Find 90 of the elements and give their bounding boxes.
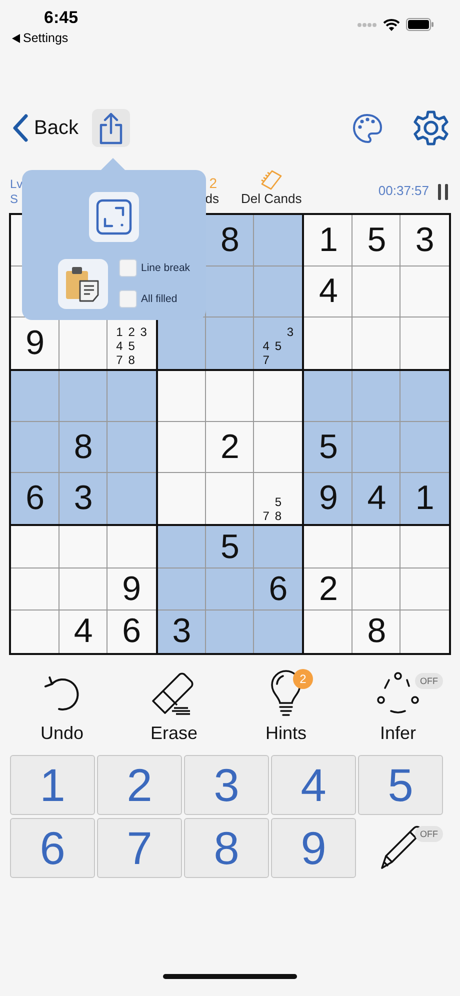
settings-icon: [412, 109, 450, 147]
clipboard-icon: [65, 265, 101, 303]
circular-dots-icon: [375, 670, 421, 716]
sudoku-cell[interactable]: 1: [400, 473, 449, 524]
back-triangle-icon: [12, 34, 20, 42]
candidate-digit: 5: [274, 340, 282, 354]
status-time: 6:45: [44, 8, 78, 28]
timer: 00:37:57: [378, 183, 429, 200]
corner-brackets-icon: [96, 199, 132, 235]
copy-button[interactable]: [58, 259, 108, 309]
level-label: Lv: [10, 177, 24, 192]
tool-label: Undo: [40, 723, 84, 744]
sudoku-cell[interactable]: 4: [352, 473, 401, 524]
sudoku-cell[interactable]: 5 7 8: [254, 473, 302, 524]
sudoku-cell[interactable]: 9: [304, 473, 353, 524]
back-button[interactable]: Back: [12, 114, 78, 142]
sudoku-cell[interactable]: 2: [304, 568, 353, 611]
candidate-digit: 4: [262, 340, 270, 354]
sudoku-cell[interactable]: 5: [352, 215, 401, 266]
undo-button[interactable]: Undo: [6, 667, 118, 747]
candidate-digit: 7: [262, 510, 270, 523]
sudoku-cell[interactable]: 8: [59, 422, 108, 474]
sudoku-cell[interactable]: 3: [59, 473, 108, 524]
candidates-count: 2: [209, 175, 217, 191]
sudoku-cell[interactable]: 1: [304, 215, 353, 266]
sudoku-cell[interactable]: 2: [206, 422, 254, 474]
candidate-digit: 8: [274, 510, 282, 523]
number-key[interactable]: 5: [358, 755, 443, 815]
number-key[interactable]: 8: [184, 818, 269, 878]
checkbox[interactable]: [119, 290, 137, 308]
checkbox-label: All filled: [141, 293, 178, 305]
battery-icon: [406, 18, 434, 31]
pause-icon: [438, 184, 448, 200]
sudoku-cell[interactable]: 9: [11, 317, 60, 369]
infer-button[interactable]: OFF Infer: [342, 667, 454, 747]
candidate-digit: 4: [116, 340, 123, 354]
sudoku-cell[interactable]: 8: [352, 610, 401, 653]
candidate-digit: 2: [128, 326, 135, 339]
hint-count-badge: 2: [293, 669, 313, 689]
sudoku-cell[interactable]: 5: [206, 526, 254, 569]
toggle-state-label: OFF: [415, 826, 443, 842]
palette-icon: [351, 112, 384, 144]
wifi-icon: [383, 18, 400, 30]
pause-button[interactable]: [438, 184, 448, 200]
candidate-digit: 7: [262, 354, 270, 368]
number-key[interactable]: 4: [271, 755, 356, 815]
sudoku-cell[interactable]: 8: [206, 215, 254, 266]
sudoku-cell[interactable]: 3: [158, 610, 206, 653]
candidate-digit: 7: [116, 354, 123, 368]
sudoku-cell[interactable]: 1 2 3 4 5 7 8: [107, 317, 156, 369]
sudoku-cell[interactable]: 6: [254, 568, 302, 611]
candidate-digit: 3: [286, 326, 294, 339]
number-key[interactable]: 2: [97, 755, 182, 815]
sudoku-cell[interactable]: 5: [304, 422, 353, 474]
candidate-digit: 3: [140, 326, 147, 339]
checkbox-label: Line break: [141, 262, 190, 274]
sudoku-cell[interactable]: 4: [59, 610, 108, 653]
chevron-left-icon: [12, 114, 28, 142]
fit-screen-button[interactable]: [89, 192, 139, 242]
number-key[interactable]: 3: [184, 755, 269, 815]
candidates-label: ds: [205, 191, 219, 207]
number-key[interactable]: 9: [271, 818, 356, 878]
number-key[interactable]: 6: [10, 818, 95, 878]
checkbox[interactable]: [119, 259, 137, 277]
level-value: S: [10, 192, 20, 207]
toggle-state-label: OFF: [415, 673, 443, 689]
tool-label: Erase: [150, 723, 198, 744]
settings-button[interactable]: [412, 109, 450, 147]
sudoku-cell[interactable]: 3 4 5 7: [254, 317, 302, 369]
share-button[interactable]: [92, 109, 130, 147]
number-key[interactable]: 7: [97, 818, 182, 878]
sudoku-cell[interactable]: 6: [107, 610, 156, 653]
pencil-button[interactable]: OFF: [358, 818, 443, 878]
number-key[interactable]: 1: [10, 755, 95, 815]
candidate-digit: 8: [128, 354, 135, 368]
back-to-app-link[interactable]: Settings: [23, 31, 68, 45]
tool-label: Hints: [265, 723, 306, 744]
palette-button[interactable]: [351, 112, 384, 144]
candidate-digit: 5: [128, 340, 135, 354]
sudoku-cell[interactable]: 6: [11, 473, 60, 524]
candidate-digit: 5: [274, 496, 282, 509]
sudoku-cell[interactable]: 9: [107, 568, 156, 611]
tool-label: Infer: [380, 723, 416, 744]
sudoku-cell[interactable]: 4: [304, 266, 353, 318]
hints-button[interactable]: 2 Hints: [230, 667, 342, 747]
erase-button[interactable]: Erase: [118, 667, 230, 747]
delete-candidates-button[interactable]: Del Cands: [241, 168, 302, 210]
sudoku-cell[interactable]: 3: [400, 215, 449, 266]
signal-icon: [357, 22, 377, 28]
candidate-digit: 1: [116, 326, 123, 339]
